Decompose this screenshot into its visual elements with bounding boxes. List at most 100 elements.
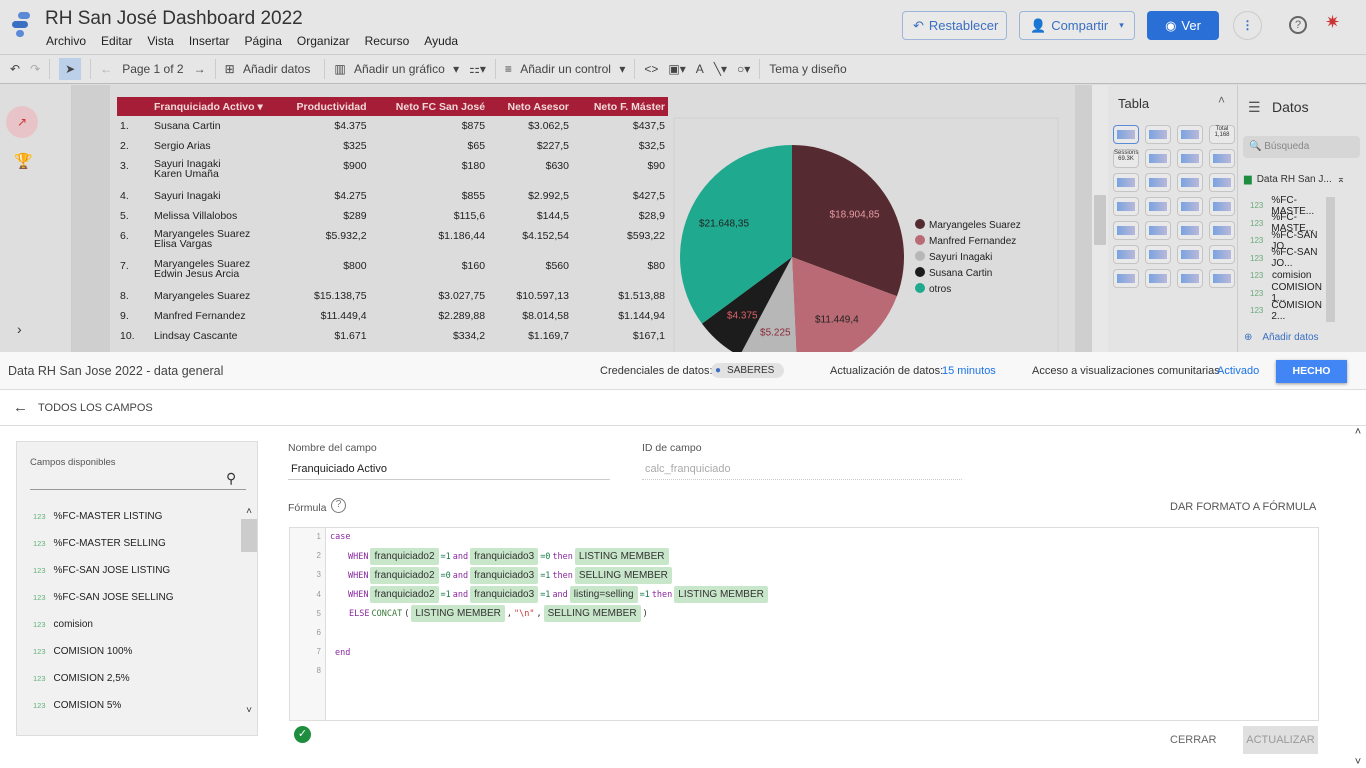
- table-row[interactable]: 4. Sayuri Inagaki $4.275 $855 $2.992,5 $427,5: [117, 186, 668, 206]
- chart-type-option[interactable]: [1177, 245, 1203, 264]
- expand-chevron-icon[interactable]: ›: [17, 321, 22, 337]
- format-formula-button[interactable]: DAR FORMATO A FÓRMULA: [1170, 501, 1316, 513]
- chart-type-option[interactable]: [1177, 197, 1203, 216]
- editor-scrollbar[interactable]: ˄ ˅: [1350, 426, 1366, 768]
- legend-label[interactable]: Manfred Fernandez: [929, 236, 1016, 247]
- legend-label[interactable]: otros: [929, 284, 951, 295]
- legend-label[interactable]: Susana Cartin: [929, 268, 992, 279]
- data-search-input[interactable]: 🔍 Búsqueda: [1243, 136, 1360, 158]
- data-field-item[interactable]: 123 %FC-SAN JO...: [1250, 247, 1325, 269]
- field-name-input[interactable]: Franquiciado Activo: [288, 459, 610, 480]
- update-button[interactable]: ACTUALIZAR: [1243, 726, 1318, 754]
- undo-icon[interactable]: ↶: [10, 62, 20, 76]
- available-field-item[interactable]: 123 %FC-MASTER SELLING: [17, 530, 242, 557]
- col-header-franquiciado[interactable]: Franquiciado Activo ▾: [151, 97, 275, 116]
- collapse-chevron-icon[interactable]: ˄: [1218, 93, 1225, 107]
- trending-icon[interactable]: ↗: [6, 106, 38, 138]
- text-box-icon[interactable]: A: [696, 62, 704, 76]
- help-icon[interactable]: ?: [1289, 16, 1307, 34]
- add-chart-button[interactable]: ▥ Añadir un gráfico ▾: [334, 62, 459, 76]
- menu-pagina[interactable]: Página: [245, 34, 282, 48]
- chart-type-option[interactable]: [1177, 269, 1203, 288]
- menu-insertar[interactable]: Insertar: [189, 34, 230, 48]
- table-row[interactable]: 1. Susana Cartin $4.375 $875 $3.062,5 $437,5: [117, 116, 668, 136]
- canvas-scrollbar[interactable]: [1092, 85, 1108, 352]
- chart-type-option[interactable]: [1145, 197, 1171, 216]
- community-link[interactable]: Activado: [1217, 365, 1259, 377]
- available-field-item[interactable]: 123 %FC-SAN JOSE SELLING: [17, 584, 242, 611]
- credentials-chip[interactable]: ● SABERES: [711, 363, 785, 378]
- shape-icon[interactable]: ○▾: [737, 62, 750, 76]
- chart-type-option[interactable]: [1209, 221, 1235, 240]
- available-field-item[interactable]: 123 %FC-MASTER LISTING: [17, 503, 242, 530]
- redo-icon[interactable]: ↷: [30, 62, 40, 76]
- table-row[interactable]: 5. Melissa Villalobos $289 $115,6 $144,5 $28,…: [117, 206, 668, 226]
- legend-label[interactable]: Sayuri Inagaki: [929, 252, 992, 263]
- available-fields-search[interactable]: [30, 470, 246, 490]
- chart-type-option[interactable]: [1145, 149, 1171, 168]
- chart-type-option[interactable]: [1113, 125, 1139, 144]
- chart-type-option[interactable]: [1145, 221, 1171, 240]
- add-data-link[interactable]: ⊕ Añadir datos: [1244, 332, 1319, 343]
- chart-type-option[interactable]: [1209, 245, 1235, 264]
- trophy-icon[interactable]: 🏆: [14, 152, 33, 170]
- report-title[interactable]: RH San José Dashboard 2022: [45, 8, 303, 30]
- menu-recurso[interactable]: Recurso: [365, 34, 410, 48]
- search-icon[interactable]: ⚲: [226, 470, 236, 487]
- available-field-item[interactable]: 123 comision: [17, 611, 242, 638]
- back-to-all-fields[interactable]: ← TODOS LOS CAMPOS: [0, 390, 1366, 426]
- line-icon[interactable]: ╲▾: [714, 62, 727, 76]
- chart-type-option[interactable]: [1145, 269, 1171, 288]
- menu-archivo[interactable]: Archivo: [46, 34, 86, 48]
- close-button[interactable]: CERRAR: [1170, 734, 1216, 746]
- table-row[interactable]: 9. Manfred Fernandez $11.449,4 $2.289,88 $8.…: [117, 306, 668, 326]
- refresh-link[interactable]: 15 minutos: [942, 365, 996, 377]
- embed-code-icon[interactable]: <>: [644, 62, 658, 76]
- data-table[interactable]: Franquiciado Activo ▾ Productividad Neto F…: [117, 97, 668, 346]
- reset-button[interactable]: ↶ Restablecer: [902, 11, 1007, 40]
- data-field-item[interactable]: 123 COMISION 2...: [1250, 300, 1325, 322]
- menu-ayuda[interactable]: Ayuda: [424, 34, 458, 48]
- col-header-productividad[interactable]: Productividad: [275, 97, 370, 116]
- table-row[interactable]: 10. Lindsay Cascante $1.671 $334,2 $1.169,7 $…: [117, 326, 668, 346]
- table-row[interactable]: 3. Sayuri Inagaki Karen Umaña $900 $180 $630…: [117, 156, 668, 186]
- table-row[interactable]: 7. Maryangeles Suarez Edwin Jesus Arcia $8…: [117, 256, 668, 286]
- chart-type-option[interactable]: [1177, 149, 1203, 168]
- share-dropdown-icon[interactable]: ▾: [1119, 20, 1124, 31]
- share-button[interactable]: 👤 Compartir ▾: [1019, 11, 1135, 40]
- chart-type-option[interactable]: Sessions 69.3K: [1113, 149, 1139, 168]
- formula-editor[interactable]: 1 2 3 4 5 6 7 8 case WHEN franquiciado2 =1 and f…: [289, 527, 1319, 721]
- available-field-item[interactable]: 123 COMISION 2,5%: [17, 665, 242, 692]
- menu-editar[interactable]: Editar: [101, 34, 132, 48]
- chart-type-option[interactable]: [1113, 221, 1139, 240]
- account-logo-icon[interactable]: ✷: [1325, 12, 1340, 33]
- chart-type-option[interactable]: [1209, 197, 1235, 216]
- prev-page-icon[interactable]: ←: [100, 62, 112, 76]
- chart-type-option[interactable]: [1113, 173, 1139, 192]
- available-field-item[interactable]: 123 %FC-SAN JOSE LISTING: [17, 557, 242, 584]
- chart-type-option[interactable]: [1209, 269, 1235, 288]
- available-fields-scrollbar[interactable]: ˄ ˅: [241, 506, 257, 716]
- menu-vista[interactable]: Vista: [147, 34, 173, 48]
- menu-organizar[interactable]: Organizar: [297, 34, 350, 48]
- add-control-button[interactable]: ≡ Añadir un control ▾: [505, 62, 625, 76]
- chart-type-option[interactable]: [1209, 173, 1235, 192]
- chart-type-option[interactable]: [1113, 245, 1139, 264]
- available-field-item[interactable]: 123 COMISION 5%: [17, 692, 242, 719]
- table-row[interactable]: 8. Maryangeles Suarez $15.138,75 $3.027,75 $…: [117, 286, 668, 306]
- chart-type-option[interactable]: [1209, 149, 1235, 168]
- image-icon[interactable]: ▣▾: [668, 62, 685, 76]
- chart-type-option[interactable]: Total 1,168: [1209, 125, 1235, 144]
- data-source-item[interactable]: ▆ Data RH San J... ⌅: [1244, 174, 1345, 185]
- help-icon[interactable]: ?: [331, 498, 346, 513]
- table-row[interactable]: 6. Maryangeles Suarez Elisa Vargas $5.932,…: [117, 226, 668, 256]
- pie-chart[interactable]: $18.904,85 Maryangeles Suarez $11.449,4 Man…: [670, 85, 1090, 352]
- chart-type-option[interactable]: [1145, 125, 1171, 144]
- fields-scrollbar[interactable]: [1326, 197, 1335, 322]
- chart-type-option[interactable]: [1177, 173, 1203, 192]
- more-options-icon[interactable]: ⋮: [1233, 11, 1262, 40]
- chart-type-option[interactable]: [1113, 269, 1139, 288]
- col-header-neto-asesor[interactable]: Neto Asesor: [488, 97, 572, 116]
- back-arrow-icon[interactable]: ←: [13, 399, 28, 416]
- theme-layout-button[interactable]: Tema y diseño: [769, 62, 846, 76]
